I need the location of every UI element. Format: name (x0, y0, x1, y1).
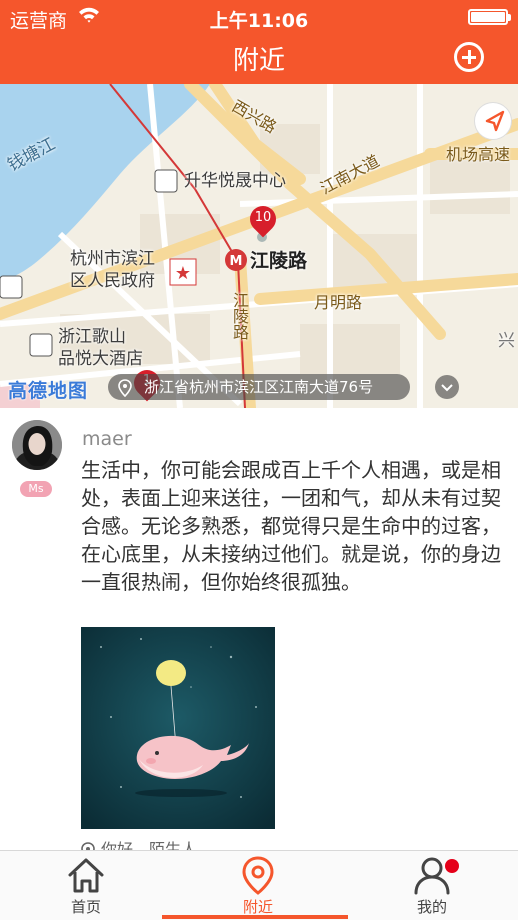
tab-nearby[interactable]: 附近 (172, 851, 344, 920)
map-pin-count: 10 (254, 210, 272, 225)
map-label-shenghua: 升华悦晟中心 (184, 171, 286, 191)
navigation-arrow-icon (485, 110, 505, 132)
map-label-airport: 机场高速 (446, 145, 511, 164)
tab-bar: 首页 附近 我的 (0, 850, 518, 920)
map-label-yueming: 月明路 (314, 293, 363, 312)
feed-post[interactable]: Ms maer 生活中，你可能会跟成百上千个人相遇，或是相处，表面上迎来送往，一… (0, 408, 518, 850)
location-pin-icon (242, 856, 274, 895)
expand-button[interactable] (435, 375, 459, 399)
locate-button[interactable] (474, 102, 512, 140)
post-location[interactable]: 你好，陌生人 (81, 836, 197, 850)
gender-badge: Ms (20, 481, 52, 497)
home-icon (68, 858, 104, 893)
top-bar: 运营商 上午11:06 附近 (0, 0, 518, 84)
battery-icon (468, 9, 511, 25)
status-bar: 运营商 上午11:06 (0, 0, 518, 34)
tab-label: 首页 (70, 898, 101, 916)
location-pin-icon (81, 841, 95, 850)
tab-label: 附近 (242, 898, 273, 916)
post-image[interactable] (81, 627, 275, 829)
active-tab-indicator (162, 915, 348, 919)
avatar-image (12, 420, 62, 470)
address-text: 浙江省杭州市滨江区江南大道76号 (144, 378, 374, 396)
map-label-jiangling-road: 江陵路 (230, 292, 249, 340)
svg-text:M: M (230, 254, 243, 269)
whale-balloon-illustration (81, 627, 275, 829)
map-label-government: 杭州市滨江 区人民政府 (70, 249, 155, 291)
username[interactable]: maer (82, 428, 132, 450)
tab-label: 我的 (416, 898, 447, 916)
map-label-hotel: 浙江歌山 品悦大酒店 (58, 327, 143, 369)
map-view[interactable]: M ★ 钱塘江 西兴路 升华悦晟中心 江南大道 机场高速 杭州市滨江 区人民政府… (0, 84, 518, 408)
post-text: 生活中，你可能会跟成百上千个人相遇，或是相处，表面上迎来送往，一团和气，却从未有… (81, 458, 501, 594)
tab-home[interactable]: 首页 (0, 851, 172, 920)
page-title: 附近 (232, 46, 285, 76)
avatar[interactable] (12, 420, 62, 470)
svg-text:★: ★ (175, 263, 191, 284)
post-location-text: 你好，陌生人 (101, 840, 198, 850)
amap-logo: 高德地图 (8, 380, 89, 402)
add-post-button[interactable] (454, 42, 484, 72)
map-label-metro-station: 江陵路 (250, 250, 308, 272)
clock: 上午11:06 (209, 10, 309, 32)
notification-dot (445, 859, 459, 873)
chevron-down-icon (441, 384, 453, 392)
location-pin-icon (118, 379, 132, 397)
tab-mine[interactable]: 我的 (346, 851, 518, 920)
map-label-xing: 兴 (498, 331, 515, 351)
